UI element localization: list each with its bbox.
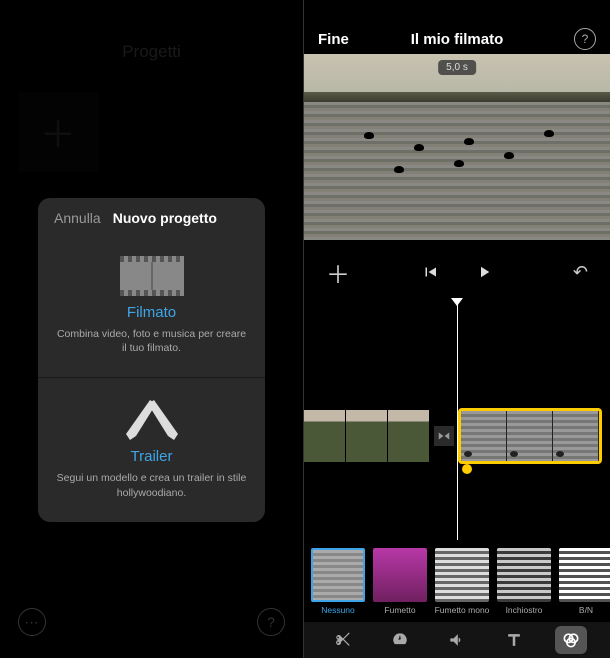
filter-thumb-icon — [435, 548, 489, 602]
editor-toolbar — [304, 622, 610, 658]
transport-bar: ＋ ↶ — [304, 252, 610, 292]
option-filmato-desc: Combina video, foto e musica per creare … — [56, 327, 247, 355]
tool-scissors[interactable] — [327, 626, 359, 654]
skip-start-button[interactable] — [421, 263, 439, 281]
filter-nessuno[interactable]: Nessuno — [310, 548, 366, 620]
new-project-modal: Annulla Nuovo progetto Filmato Combina v… — [38, 198, 265, 522]
editor-topbar: Fine Il mio filmato ? — [304, 24, 610, 54]
preview-treeline — [304, 92, 610, 102]
preview-water — [304, 102, 610, 240]
help-button[interactable]: ? — [257, 608, 285, 636]
modal-title: Nuovo progetto — [113, 210, 217, 226]
tool-volume[interactable] — [441, 626, 473, 654]
option-filmato[interactable]: Filmato Combina video, foto e musica per… — [38, 238, 265, 377]
filter-thumb-icon — [559, 548, 610, 602]
filter-fumetto[interactable]: Fumetto — [372, 548, 428, 620]
play-button[interactable] — [475, 263, 493, 281]
filter-thumb-icon — [373, 548, 427, 602]
filter-strip[interactable]: Nessuno Fumetto Fumetto mono Inchiostro B/N — [304, 548, 610, 620]
tool-text[interactable] — [498, 626, 530, 654]
projects-screen: Progetti ＋ Annulla Nuovo progetto Filmat… — [0, 0, 304, 658]
clip-2-selected[interactable] — [458, 408, 602, 464]
undo-button[interactable]: ↶ — [573, 262, 588, 283]
timeline[interactable] — [304, 300, 610, 540]
tool-filters[interactable] — [555, 626, 587, 654]
video-preview[interactable] — [304, 54, 610, 240]
spotlights-icon — [122, 396, 182, 442]
filter-thumb-icon — [497, 548, 551, 602]
modal-header: Annulla Nuovo progetto — [38, 198, 265, 238]
filmstrip-icon — [120, 256, 184, 296]
editor-screen: Fine Il mio filmato ? 5,0 s ＋ ↶ — [304, 0, 610, 658]
filter-fumetto-mono[interactable]: Fumetto mono — [434, 548, 490, 620]
filter-label: B/N — [579, 605, 593, 615]
filter-label: Fumetto mono — [435, 605, 490, 615]
filter-inchiostro[interactable]: Inchiostro — [496, 548, 552, 620]
tool-speed[interactable] — [384, 626, 416, 654]
add-media-button[interactable]: ＋ — [326, 255, 350, 290]
option-trailer[interactable]: Trailer Segui un modello e crea un trail… — [38, 378, 265, 521]
playhead[interactable] — [457, 300, 458, 540]
option-trailer-title: Trailer — [56, 448, 247, 465]
project-title: Il mio filmato — [411, 31, 504, 48]
filter-label: Fumetto — [384, 605, 415, 615]
option-filmato-title: Filmato — [56, 304, 247, 321]
clip-audio-indicator — [462, 464, 472, 474]
cancel-button[interactable]: Annulla — [54, 210, 101, 226]
filter-label: Nessuno — [321, 605, 355, 615]
filter-b/n[interactable]: B/N — [558, 548, 610, 620]
playhead-marker-icon — [451, 298, 463, 306]
transition-button[interactable] — [434, 426, 454, 446]
clip-1[interactable] — [304, 410, 430, 462]
filter-thumb-icon — [311, 548, 365, 602]
filter-label: Inchiostro — [506, 605, 543, 615]
editor-help-button[interactable]: ? — [574, 28, 596, 50]
clip-duration-badge: 5,0 s — [438, 60, 476, 75]
option-trailer-desc: Segui un modello e crea un trailer in st… — [56, 471, 247, 499]
done-button[interactable]: Fine — [318, 31, 349, 48]
more-button[interactable]: ⋯ — [18, 608, 46, 636]
